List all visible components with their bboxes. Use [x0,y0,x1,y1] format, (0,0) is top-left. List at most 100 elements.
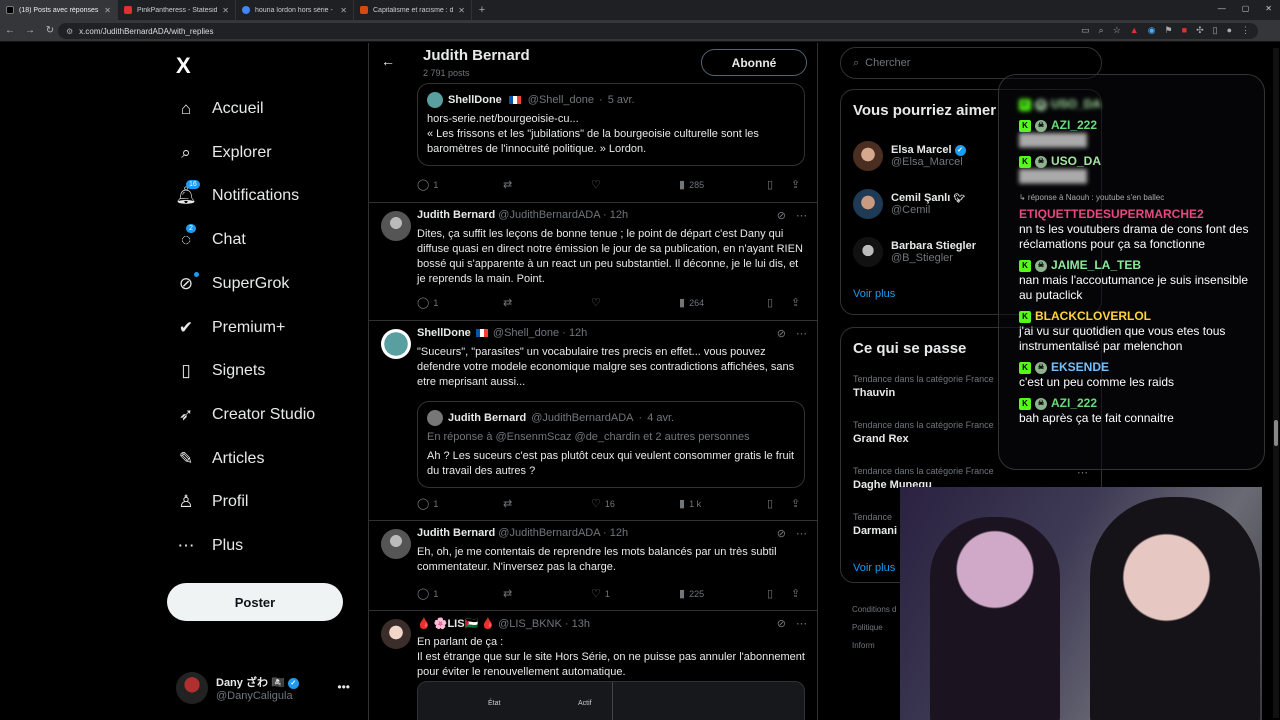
repost-button[interactable]: ⇄ [503,178,512,191]
post-3[interactable]: Judith Bernard @JudithBernardADA · 12h ⊘… [369,521,817,611]
extension-icon[interactable]: ▲ [1130,25,1139,36]
share-button[interactable]: ⇪ [791,178,800,191]
star-icon[interactable]: ☆ [1113,25,1121,36]
share-button[interactable]: ⇪ [791,497,800,510]
cast-icon[interactable]: ▭ [1081,25,1090,36]
page-scrollbar[interactable] [1273,48,1279,718]
account-switcher[interactable]: Dany ざわ 🏴‍☠️ ✓ @DanyCaligula ••• [176,670,356,706]
extension-icon[interactable]: ◉ [1148,25,1156,36]
sidebar-item-accueil[interactable]: ⌂ Accueil [176,94,264,124]
more-horizontal-icon[interactable]: ⋯ [796,617,807,630]
sidebar-item-chat[interactable]: ◌ 2 Chat [176,224,246,255]
bookmark-button[interactable]: ▯ [767,296,773,309]
sidepanel-icon[interactable]: ▯ [1213,25,1218,36]
suggestion-0[interactable]: Elsa Marcel ✓ @Elsa_Marcel [853,138,966,174]
close-tab-icon[interactable]: ✕ [104,6,111,15]
trend-item[interactable]: Tendance dans la catégorie France Grand … [853,420,994,445]
footer-link[interactable]: Inform [852,641,875,650]
post-0[interactable]: ShellDone @Shell_done · 5 avr. hors-seri… [369,83,817,203]
puzzle-icon[interactable]: ✣ [1196,25,1204,36]
repost-button[interactable]: ⇄ [503,497,512,510]
zoom-icon[interactable]: ⌕ [1099,25,1104,36]
bookmark-button[interactable]: ▯ [767,178,773,191]
extension-icon[interactable]: ■ [1182,25,1187,36]
like-button[interactable]: ♡ [591,296,601,309]
more-horizontal-icon[interactable]: ⋯ [796,527,807,540]
see-more-link[interactable]: Voir plus [853,562,895,574]
suggestion-1[interactable]: Cemil Şanlı 🐦︎ @Cemil [853,186,965,222]
more-horizontal-icon[interactable]: ••• [337,680,350,694]
like-button[interactable]: ♡ 16 [591,497,615,510]
browser-tab-0[interactable]: (18) Posts avec réponses de Judith ✕ [0,0,118,20]
footer-link[interactable]: Conditions d [852,605,896,614]
views-button[interactable]: ▮ 264 [679,296,704,309]
browser-tab-1[interactable]: PinkPantheress - Stateside + Z ✕ [118,0,236,20]
sidebar-item-explorer[interactable]: ⌕ Explorer [176,138,271,168]
quoted-post[interactable]: Judith Bernard @JudithBernardADA · 4 avr… [417,401,805,488]
post-author: ShellDone [417,327,471,339]
grok-icon[interactable]: ⊘ [777,327,786,340]
back-arrow-icon[interactable]: ← [381,53,395,69]
reply-button[interactable]: ◯ 1 [417,497,438,510]
grok-icon[interactable]: ⊘ [777,617,786,630]
reply-button[interactable]: ◯ 1 [417,587,438,600]
sidebar-item-plus[interactable]: ⋯ Plus [176,531,244,561]
more-horizontal-icon[interactable]: ⋯ [796,327,807,340]
trend-item[interactable]: Tendance dans la catégorie France Thauvi… [853,374,994,399]
reply-button[interactable]: ◯ 1 [417,178,438,191]
footer-link[interactable]: Politique [852,623,883,632]
maximize-icon[interactable]: ▢ [1242,4,1250,13]
new-tab-icon[interactable]: + [472,4,492,16]
sidebar-item-label: Chat [212,231,246,248]
x-logo-icon[interactable]: X [176,53,191,79]
views-button[interactable]: ▮ 285 [679,178,704,191]
suggestion-2[interactable]: Barbara Stiegler @B_Stiegler [853,234,976,270]
site-info-icon[interactable]: ⚙ [66,27,73,36]
grok-icon[interactable]: ⊘ [777,527,786,540]
extension-icon[interactable]: ⚑ [1165,25,1173,36]
forward-arrow-icon[interactable]: → [20,25,40,36]
back-arrow-icon[interactable]: ← [0,25,20,36]
views-button[interactable]: ▮ 225 [679,587,704,600]
scrollbar-thumb[interactable] [1274,420,1278,446]
more-horizontal-icon[interactable]: ⋯ [796,209,807,222]
close-tab-icon[interactable]: ✕ [340,6,347,15]
reply-button[interactable]: ◯ 1 [417,296,438,309]
bookmark-button[interactable]: ▯ [767,587,773,600]
like-button[interactable]: ♡ [591,178,601,191]
close-tab-icon[interactable]: ✕ [222,6,229,15]
browser-tab-3[interactable]: Capitalisme et racisme : d'une ✕ [354,0,472,20]
views-button[interactable]: ▮ 1 k [679,497,701,510]
browser-tab-2[interactable]: houria lordon hors série - Rech ✕ [236,0,354,20]
sidebar-item-supergrok[interactable]: ⊘ SuperGrok [176,269,289,299]
sidebar-item-notifications[interactable]: 🔔︎ 16 Notifications [175,180,299,211]
post-1[interactable]: Judith Bernard @JudithBernardADA · 12h ⊘… [369,203,817,321]
sidebar-item-creator-studio[interactable]: ➶ Creator Studio [176,400,315,430]
following-button[interactable]: Abonné [701,49,807,76]
reload-icon[interactable]: ↻ [40,25,60,36]
menu-icon[interactable]: ⋮ [1241,25,1250,36]
post-button[interactable]: Poster [167,583,343,621]
see-more-link[interactable]: Voir plus [853,288,895,300]
post-image-preview[interactable]: État Actif [417,681,805,720]
close-tab-icon[interactable]: ✕ [458,6,465,15]
like-button[interactable]: ♡ 1 [591,587,610,600]
share-button[interactable]: ⇪ [791,296,800,309]
sidebar-item-articles[interactable]: ✎ Articles [176,444,265,474]
repost-button[interactable]: ⇄ [503,587,512,600]
quoted-post[interactable]: ShellDone @Shell_done · 5 avr. hors-seri… [417,83,805,166]
sidebar-item-signets[interactable]: ▯ Signets [176,356,265,386]
post-4[interactable]: 🩸 🌸LIS🇵🇸 🩸 @LIS_BKNK · 13h ⊘ ⋯ En parlan… [369,611,817,720]
grok-icon[interactable]: ⊘ [777,209,786,222]
post-2[interactable]: ShellDone @Shell_done · 12h ⊘ ⋯ "Suceurs… [369,321,817,521]
share-button[interactable]: ⇪ [791,587,800,600]
sidebar-item-profil[interactable]: ♙ Profil [176,487,248,517]
bookmark-button[interactable]: ▯ [767,497,773,510]
sidebar-item-premium[interactable]: ✔ Premium+ [176,313,285,343]
address-bar[interactable]: ⚙ x.com/JudithBernardADA/with_replies [58,23,1258,39]
trend-item[interactable]: Tendance Darmani [853,512,897,537]
repost-button[interactable]: ⇄ [503,296,512,309]
minimize-icon[interactable]: — [1218,4,1226,13]
profile-icon[interactable]: ● [1227,25,1232,36]
close-window-icon[interactable]: ✕ [1265,4,1272,13]
